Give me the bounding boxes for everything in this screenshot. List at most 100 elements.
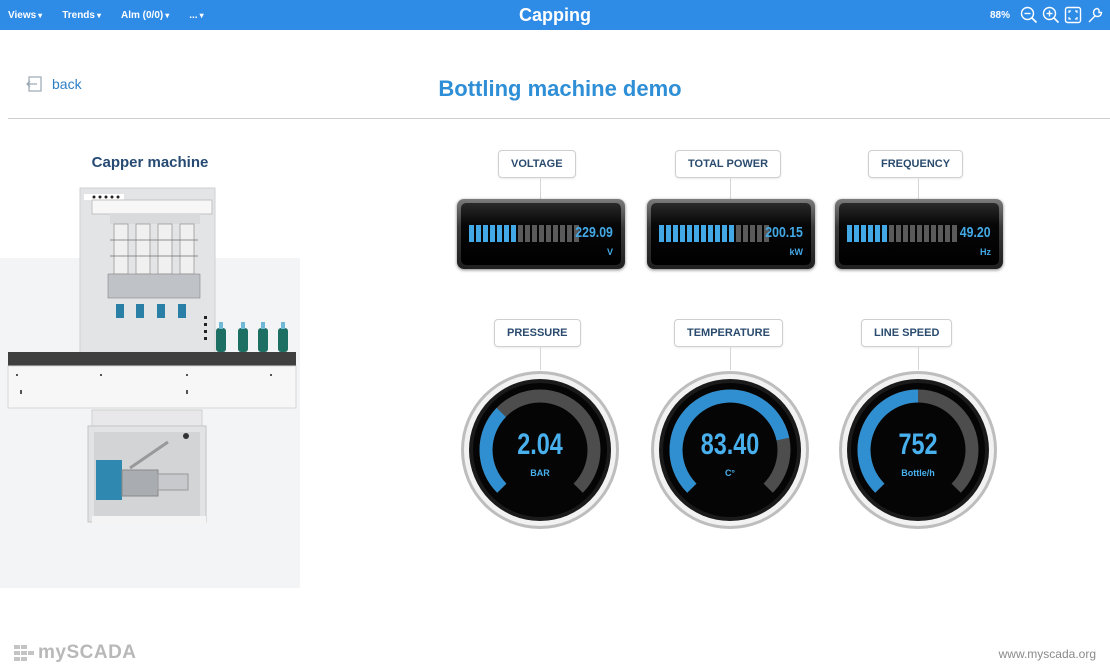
- total-power-unit: kW: [789, 247, 804, 257]
- level-segment: [687, 225, 692, 242]
- menu-trends-label: Trends: [62, 9, 95, 21]
- level-segment: [917, 225, 922, 242]
- header-divider: [8, 118, 1110, 119]
- frequency-unit: Hz: [980, 247, 991, 257]
- level-segment: [757, 225, 762, 242]
- level-segment: [854, 225, 859, 242]
- temperature-label: TEMPERATURE: [674, 319, 783, 347]
- tools-button[interactable]: [1084, 4, 1106, 26]
- frequency-value: 49.20: [960, 224, 991, 241]
- level-segment: [659, 225, 664, 242]
- voltage-label: VOLTAGE: [498, 150, 576, 178]
- menu-trends[interactable]: Trends ▾: [62, 10, 101, 21]
- level-segment: [924, 225, 929, 242]
- caret-down-icon: ▾: [38, 10, 43, 20]
- meter-screen: 200.15 kW: [651, 203, 811, 265]
- caret-down-icon: ▾: [165, 10, 170, 20]
- back-label: back: [52, 76, 82, 92]
- menu-views[interactable]: Views ▾: [8, 10, 42, 21]
- level-bar: [659, 225, 771, 242]
- pressure-value: 2.04: [517, 428, 563, 461]
- zoom-out-icon: [1020, 6, 1038, 24]
- machine-title: Capper machine: [91, 154, 209, 171]
- capper-machine-illustration: [0, 187, 300, 588]
- level-segment: [875, 225, 880, 242]
- menu-alarms-label: Alm (0/0): [121, 9, 164, 21]
- level-segment: [511, 225, 516, 242]
- level-segment: [931, 225, 936, 242]
- voltage-meter: 229.09 V: [457, 199, 625, 269]
- back-arrow-icon: [26, 76, 42, 92]
- website-url[interactable]: www.myscada.org: [999, 647, 1096, 661]
- temperature-unit: C°: [724, 468, 736, 478]
- connector-line: [730, 346, 731, 370]
- level-segment: [546, 225, 551, 242]
- level-segment: [889, 225, 894, 242]
- temperature-value: 83.40: [700, 428, 760, 461]
- connector-line: [730, 177, 731, 199]
- pressure-unit: BAR: [530, 468, 550, 478]
- fit-screen-icon: [1064, 6, 1082, 24]
- connector-line: [540, 346, 541, 370]
- pressure-gauge: 2.04 BAR: [460, 370, 620, 530]
- level-segment: [476, 225, 481, 242]
- fit-screen-button[interactable]: [1062, 4, 1084, 26]
- page-title: Bottling machine demo: [438, 76, 682, 101]
- level-segment: [490, 225, 495, 242]
- level-segment: [847, 225, 852, 242]
- zoom-out-button[interactable]: [1018, 4, 1040, 26]
- caret-down-icon: ▾: [199, 10, 204, 20]
- menu-more[interactable]: ... ▾: [189, 10, 203, 21]
- connector-line: [540, 177, 541, 199]
- level-segment: [680, 225, 685, 242]
- view-tools: 88%: [990, 0, 1106, 30]
- meter-screen: 229.09 V: [461, 203, 621, 265]
- voltage-unit: V: [606, 247, 613, 257]
- menu-alarms[interactable]: Alm (0/0) ▾: [121, 10, 169, 21]
- level-segment: [469, 225, 474, 242]
- frequency-meter: 49.20 Hz: [835, 199, 1003, 269]
- level-segment: [861, 225, 866, 242]
- level-segment: [882, 225, 887, 242]
- zoom-in-button[interactable]: [1040, 4, 1062, 26]
- level-segment: [673, 225, 678, 242]
- level-segment: [715, 225, 720, 242]
- total-power-meter: 200.15 kW: [647, 199, 815, 269]
- level-segment: [952, 225, 957, 242]
- level-segment: [532, 225, 537, 242]
- zoom-level: 88%: [989, 9, 1010, 21]
- logo-grid-icon: [14, 645, 34, 661]
- top-toolbar: Views ▾ Trends ▾ Alm (0/0) ▾ ... ▾ Cappi…: [0, 0, 1110, 30]
- voltage-value: 229.09: [575, 224, 613, 241]
- level-segment: [701, 225, 706, 242]
- main-menu: Views ▾ Trends ▾ Alm (0/0) ▾ ... ▾: [8, 0, 224, 30]
- caret-down-icon: ▾: [96, 10, 101, 20]
- level-bar: [847, 225, 959, 242]
- level-segment: [938, 225, 943, 242]
- level-segment: [743, 225, 748, 242]
- total-power-label: TOTAL POWER: [675, 150, 782, 178]
- level-segment: [868, 225, 873, 242]
- level-segment: [497, 225, 502, 242]
- level-segment: [567, 225, 572, 242]
- level-segment: [483, 225, 488, 242]
- level-segment: [945, 225, 950, 242]
- menu-more-label: ...: [189, 9, 198, 21]
- back-link[interactable]: back: [26, 76, 82, 92]
- menu-views-label: Views: [8, 9, 37, 21]
- wrench-icon: [1088, 7, 1103, 23]
- pressure-label: PRESSURE: [494, 319, 581, 347]
- level-segment: [722, 225, 727, 242]
- level-segment: [666, 225, 671, 242]
- level-segment: [729, 225, 734, 242]
- level-segment: [708, 225, 713, 242]
- total-power-value: 200.15: [765, 224, 803, 241]
- level-bar: [469, 225, 581, 242]
- level-segment: [910, 225, 915, 242]
- level-segment: [539, 225, 544, 242]
- frequency-label: FREQUENCY: [868, 150, 964, 178]
- line-speed-value: 752: [898, 428, 938, 461]
- level-segment: [750, 225, 755, 242]
- level-segment: [504, 225, 509, 242]
- level-segment: [560, 225, 565, 242]
